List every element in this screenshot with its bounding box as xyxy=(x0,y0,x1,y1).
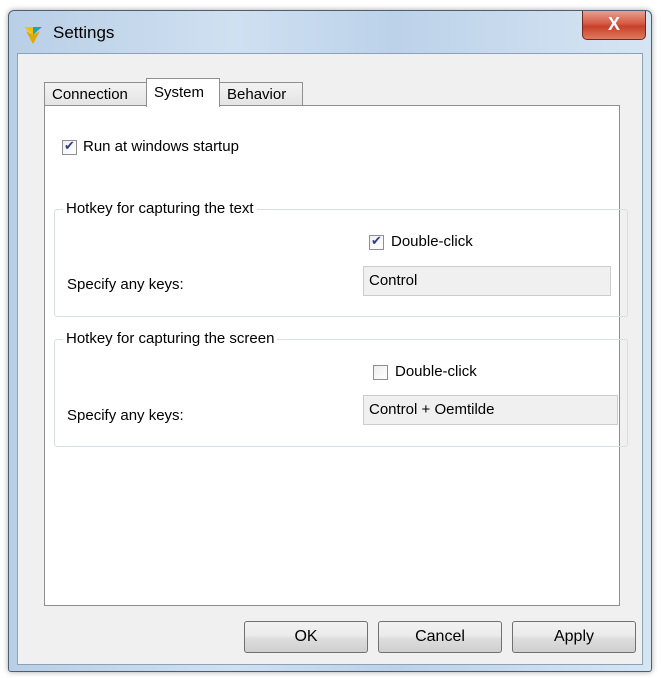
text-double-click-label[interactable]: Double-click xyxy=(391,233,473,250)
screen-double-click-label[interactable]: Double-click xyxy=(395,363,477,380)
text-hotkey-group-title: Hotkey for capturing the text xyxy=(63,200,257,217)
text-double-click-checkbox[interactable] xyxy=(369,233,384,250)
screen-hotkey-group: Hotkey for capturing the screen Double-c… xyxy=(54,330,628,447)
tab-connection[interactable]: Connection xyxy=(44,82,147,106)
app-logo-icon xyxy=(24,27,42,44)
tab-system[interactable]: System xyxy=(146,78,220,107)
close-button[interactable]: X xyxy=(582,11,646,40)
system-tab-panel: Run at windows startup Hotkey for captur… xyxy=(44,105,628,606)
run-at-startup-checkbox[interactable] xyxy=(62,138,77,155)
cancel-button[interactable]: Cancel xyxy=(378,621,502,653)
settings-window: Settings X Connection System Behavior Ru… xyxy=(8,10,652,672)
screen-double-click-checkbox[interactable] xyxy=(373,365,388,380)
text-keys-label: Specify any keys: xyxy=(67,276,184,293)
apply-button[interactable]: Apply xyxy=(512,621,636,653)
screen-hotkey-group-title: Hotkey for capturing the screen xyxy=(63,330,278,347)
text-hotkey-group: Hotkey for capturing the text Double-cli… xyxy=(54,200,628,317)
run-at-startup-label[interactable]: Run at windows startup xyxy=(83,138,239,155)
screen-keys-field[interactable]: Control + Oemtilde xyxy=(363,395,618,425)
close-icon: X xyxy=(607,14,620,34)
ok-button[interactable]: OK xyxy=(244,621,368,653)
text-keys-field[interactable]: Control xyxy=(363,266,611,296)
screen-keys-label: Specify any keys: xyxy=(67,407,184,424)
tab-behavior[interactable]: Behavior xyxy=(219,82,303,106)
title-bar[interactable]: Settings X xyxy=(9,11,651,53)
window-title: Settings xyxy=(53,23,115,42)
dialog-client-area: Connection System Behavior Run at window… xyxy=(17,53,643,665)
